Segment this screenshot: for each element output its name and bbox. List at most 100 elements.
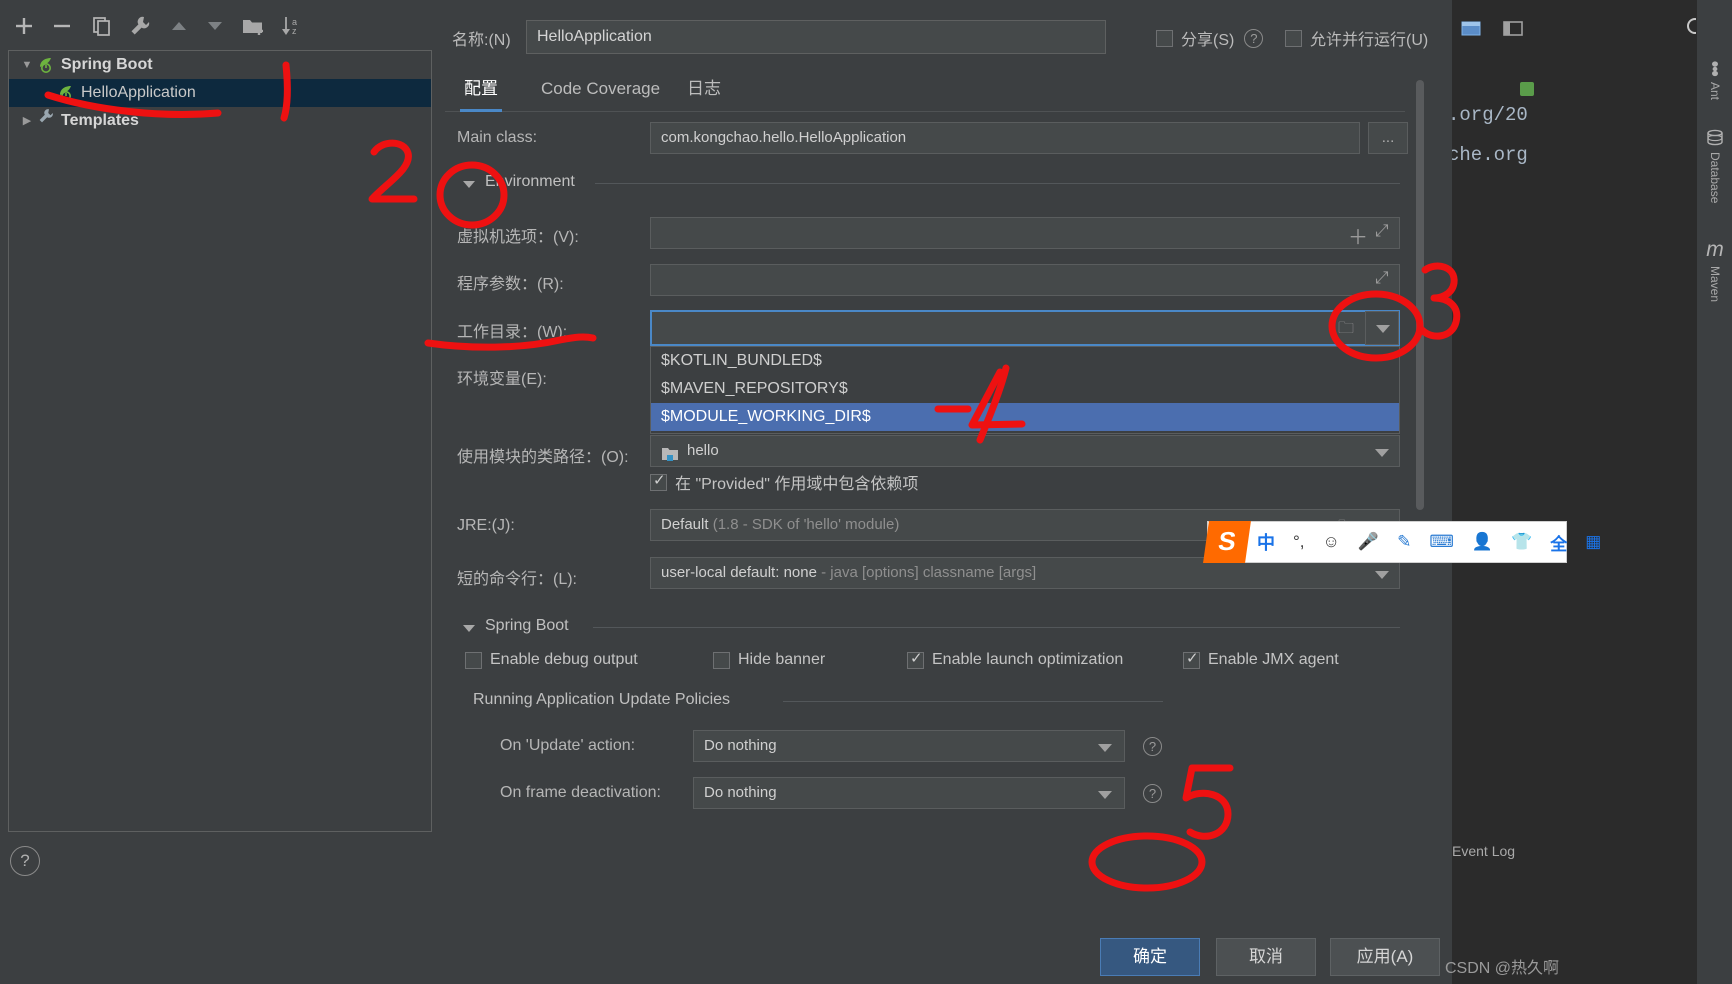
hide-banner-checkbox[interactable]: Hide banner — [713, 651, 825, 669]
tab-code-coverage[interactable]: Code Coverage — [537, 72, 664, 112]
help-icon[interactable]: ? — [10, 846, 40, 876]
main-class-browse-button[interactable]: ... — [1368, 122, 1408, 154]
hide-banner-checkbox-box[interactable] — [713, 651, 730, 669]
tree-node-templates[interactable]: ▶ Templates — [9, 107, 431, 135]
menu-icon[interactable]: ▦ — [1576, 532, 1610, 552]
shorten-cmdline-label: 短的命令行：(L): — [457, 571, 578, 588]
allow-parallel-checkbox-box[interactable] — [1285, 29, 1302, 47]
module-classpath-combo[interactable]: hello — [650, 435, 1400, 467]
wrench-icon — [37, 107, 55, 135]
sort-icon[interactable]: a z — [279, 14, 303, 38]
on-update-help-icon[interactable]: ? — [1143, 737, 1162, 756]
inspection-indicator — [1520, 82, 1534, 96]
sidebar-item-database[interactable]: Database — [1697, 128, 1732, 207]
working-dir-input[interactable] — [650, 310, 1400, 346]
user-icon[interactable]: 👤 — [1463, 532, 1502, 552]
database-icon — [1697, 128, 1732, 148]
tree-node-label: Spring Boot — [61, 56, 153, 73]
working-dir-dropdown-list[interactable]: $KOTLIN_BUNDLED$ $MAVEN_REPOSITORY$ $MOD… — [650, 346, 1400, 434]
form-scrollbar[interactable] — [1414, 80, 1425, 824]
expand-icon-2[interactable]: ⤢ — [1375, 268, 1389, 288]
tree-node-spring-boot[interactable]: ▼ Spring Boot — [9, 51, 431, 79]
tab-logs[interactable]: 日志 — [683, 72, 725, 112]
sidebar-item-label-ant: Ant — [1708, 82, 1722, 101]
allow-parallel-checkbox[interactable]: 允许并行运行(U) — [1285, 26, 1428, 50]
program-args-input[interactable] — [650, 264, 1400, 296]
enable-launch-optimization-checkbox-box[interactable] — [907, 650, 924, 669]
on-update-action-combo[interactable]: Do nothing — [693, 730, 1125, 762]
enable-jmx-agent-checkbox[interactable]: Enable JMX agent — [1183, 650, 1339, 669]
chevron-down-icon[interactable]: ▼ — [17, 51, 37, 79]
wrench-icon[interactable] — [128, 14, 152, 38]
dropdown-option-module-working-dir[interactable]: $MODULE_WORKING_DIR$ — [651, 403, 1399, 431]
working-dir-dropdown-button[interactable] — [1365, 311, 1399, 345]
include-provided-checkbox-box[interactable] — [650, 472, 667, 491]
chevron-right-icon[interactable]: ▶ — [17, 107, 37, 135]
environment-group-title: Environment — [485, 173, 575, 190]
editor-line-2: che.org — [1448, 144, 1528, 166]
restore-window-icon[interactable] — [1458, 15, 1484, 41]
new-folder-icon[interactable] — [241, 14, 265, 38]
dropdown-option-maven-repository[interactable]: $MAVEN_REPOSITORY$ — [651, 375, 1399, 403]
tree-node-helloapplication[interactable]: HelloApplication — [9, 79, 431, 107]
share-checkbox[interactable]: 分享(S) ? — [1156, 26, 1264, 50]
tree-node-label: Templates — [61, 112, 139, 129]
expand-icon[interactable]: ⤢ — [1375, 221, 1389, 241]
on-frame-deactivation-label: On frame deactivation: — [500, 784, 661, 801]
sidebar-item-maven[interactable]: m Maven — [1697, 238, 1732, 306]
add-icon[interactable] — [12, 14, 36, 38]
include-provided-checkbox[interactable]: 在 "Provided" 作用域中包含依赖项 — [650, 470, 918, 494]
dropdown-option-kotlin-bundled[interactable]: $KOTLIN_BUNDLED$ — [651, 347, 1399, 375]
chinese-mode-icon[interactable]: 中 — [1248, 529, 1284, 555]
enable-debug-output-checkbox[interactable]: Enable debug output — [465, 651, 638, 669]
soft-keyboard-icon[interactable]: ⌨ — [1420, 532, 1463, 552]
enable-debug-output-checkbox-box[interactable] — [465, 651, 482, 669]
vm-options-input[interactable] — [650, 217, 1400, 249]
toolbox-icon[interactable]: 全 — [1541, 530, 1576, 555]
form-scrollbar-thumb[interactable] — [1416, 80, 1424, 510]
sogou-ime-toolbar[interactable]: S 中 °, ☺ 🎤 ✎ ⌨ 👤 👕 全 ▦ — [1203, 521, 1601, 563]
skin-icon[interactable]: 👕 — [1502, 532, 1541, 552]
share-checkbox-box[interactable] — [1156, 29, 1173, 47]
apply-button[interactable]: 应用(A) — [1330, 938, 1440, 976]
folder-icon[interactable]: 🗀 — [1338, 317, 1354, 344]
sidebar-item-ant[interactable]: Ant — [1697, 58, 1732, 104]
on-frame-chevron-icon[interactable] — [1098, 791, 1112, 799]
environment-collapse-icon[interactable] — [463, 181, 475, 188]
configurations-tree[interactable]: ▼ Spring Boot HelloApplication ▶ Templat… — [8, 50, 432, 832]
tab-configuration[interactable]: 配置 — [460, 72, 502, 112]
module-icon — [661, 443, 679, 461]
chevron-down-icon — [1376, 325, 1390, 333]
copy-icon[interactable] — [90, 14, 114, 38]
tree-toolbar: a z — [0, 0, 437, 50]
voice-input-icon[interactable]: 🎤 — [1349, 532, 1388, 552]
name-input[interactable] — [526, 20, 1106, 54]
cancel-button[interactable]: 取消 — [1216, 938, 1316, 976]
share-checkbox-label: 分享(S) — [1181, 32, 1235, 49]
shorten-cmdline-hint: - java [options] classname [args] — [821, 564, 1037, 581]
main-class-input[interactable]: com.kongchao.hello.HelloApplication — [650, 122, 1360, 154]
emoji-icon[interactable]: ☺ — [1314, 532, 1349, 552]
module-classpath-chevron-icon[interactable] — [1375, 449, 1389, 457]
sogou-logo-icon[interactable]: S — [1203, 521, 1251, 563]
move-down-icon[interactable] — [203, 14, 227, 38]
on-frame-help-icon[interactable]: ? — [1143, 784, 1162, 803]
enable-launch-optimization-label: Enable launch optimization — [932, 651, 1124, 668]
add-macro-icon[interactable]: ＋ — [1348, 221, 1368, 250]
shorten-cmdline-chevron-icon[interactable] — [1375, 571, 1389, 579]
on-update-chevron-icon[interactable] — [1098, 744, 1112, 752]
spring-boot-collapse-icon[interactable] — [463, 625, 475, 632]
enable-launch-optimization-checkbox[interactable]: Enable launch optimization — [907, 650, 1124, 669]
punctuation-icon[interactable]: °, — [1284, 532, 1314, 552]
on-frame-deactivation-combo[interactable]: Do nothing — [693, 777, 1125, 809]
move-up-icon[interactable] — [167, 14, 191, 38]
minimize-window-icon[interactable] — [1500, 15, 1526, 41]
share-help-icon[interactable]: ? — [1244, 28, 1264, 48]
event-log-status[interactable]: Event Log — [1452, 843, 1515, 859]
enable-jmx-agent-checkbox-box[interactable] — [1183, 650, 1200, 669]
jre-value: Default — [661, 516, 709, 533]
ok-button[interactable]: 确定 — [1100, 938, 1200, 976]
update-policies-title: Running Application Update Policies — [473, 691, 731, 708]
remove-icon[interactable] — [50, 14, 74, 38]
handwriting-icon[interactable]: ✎ — [1388, 532, 1420, 552]
